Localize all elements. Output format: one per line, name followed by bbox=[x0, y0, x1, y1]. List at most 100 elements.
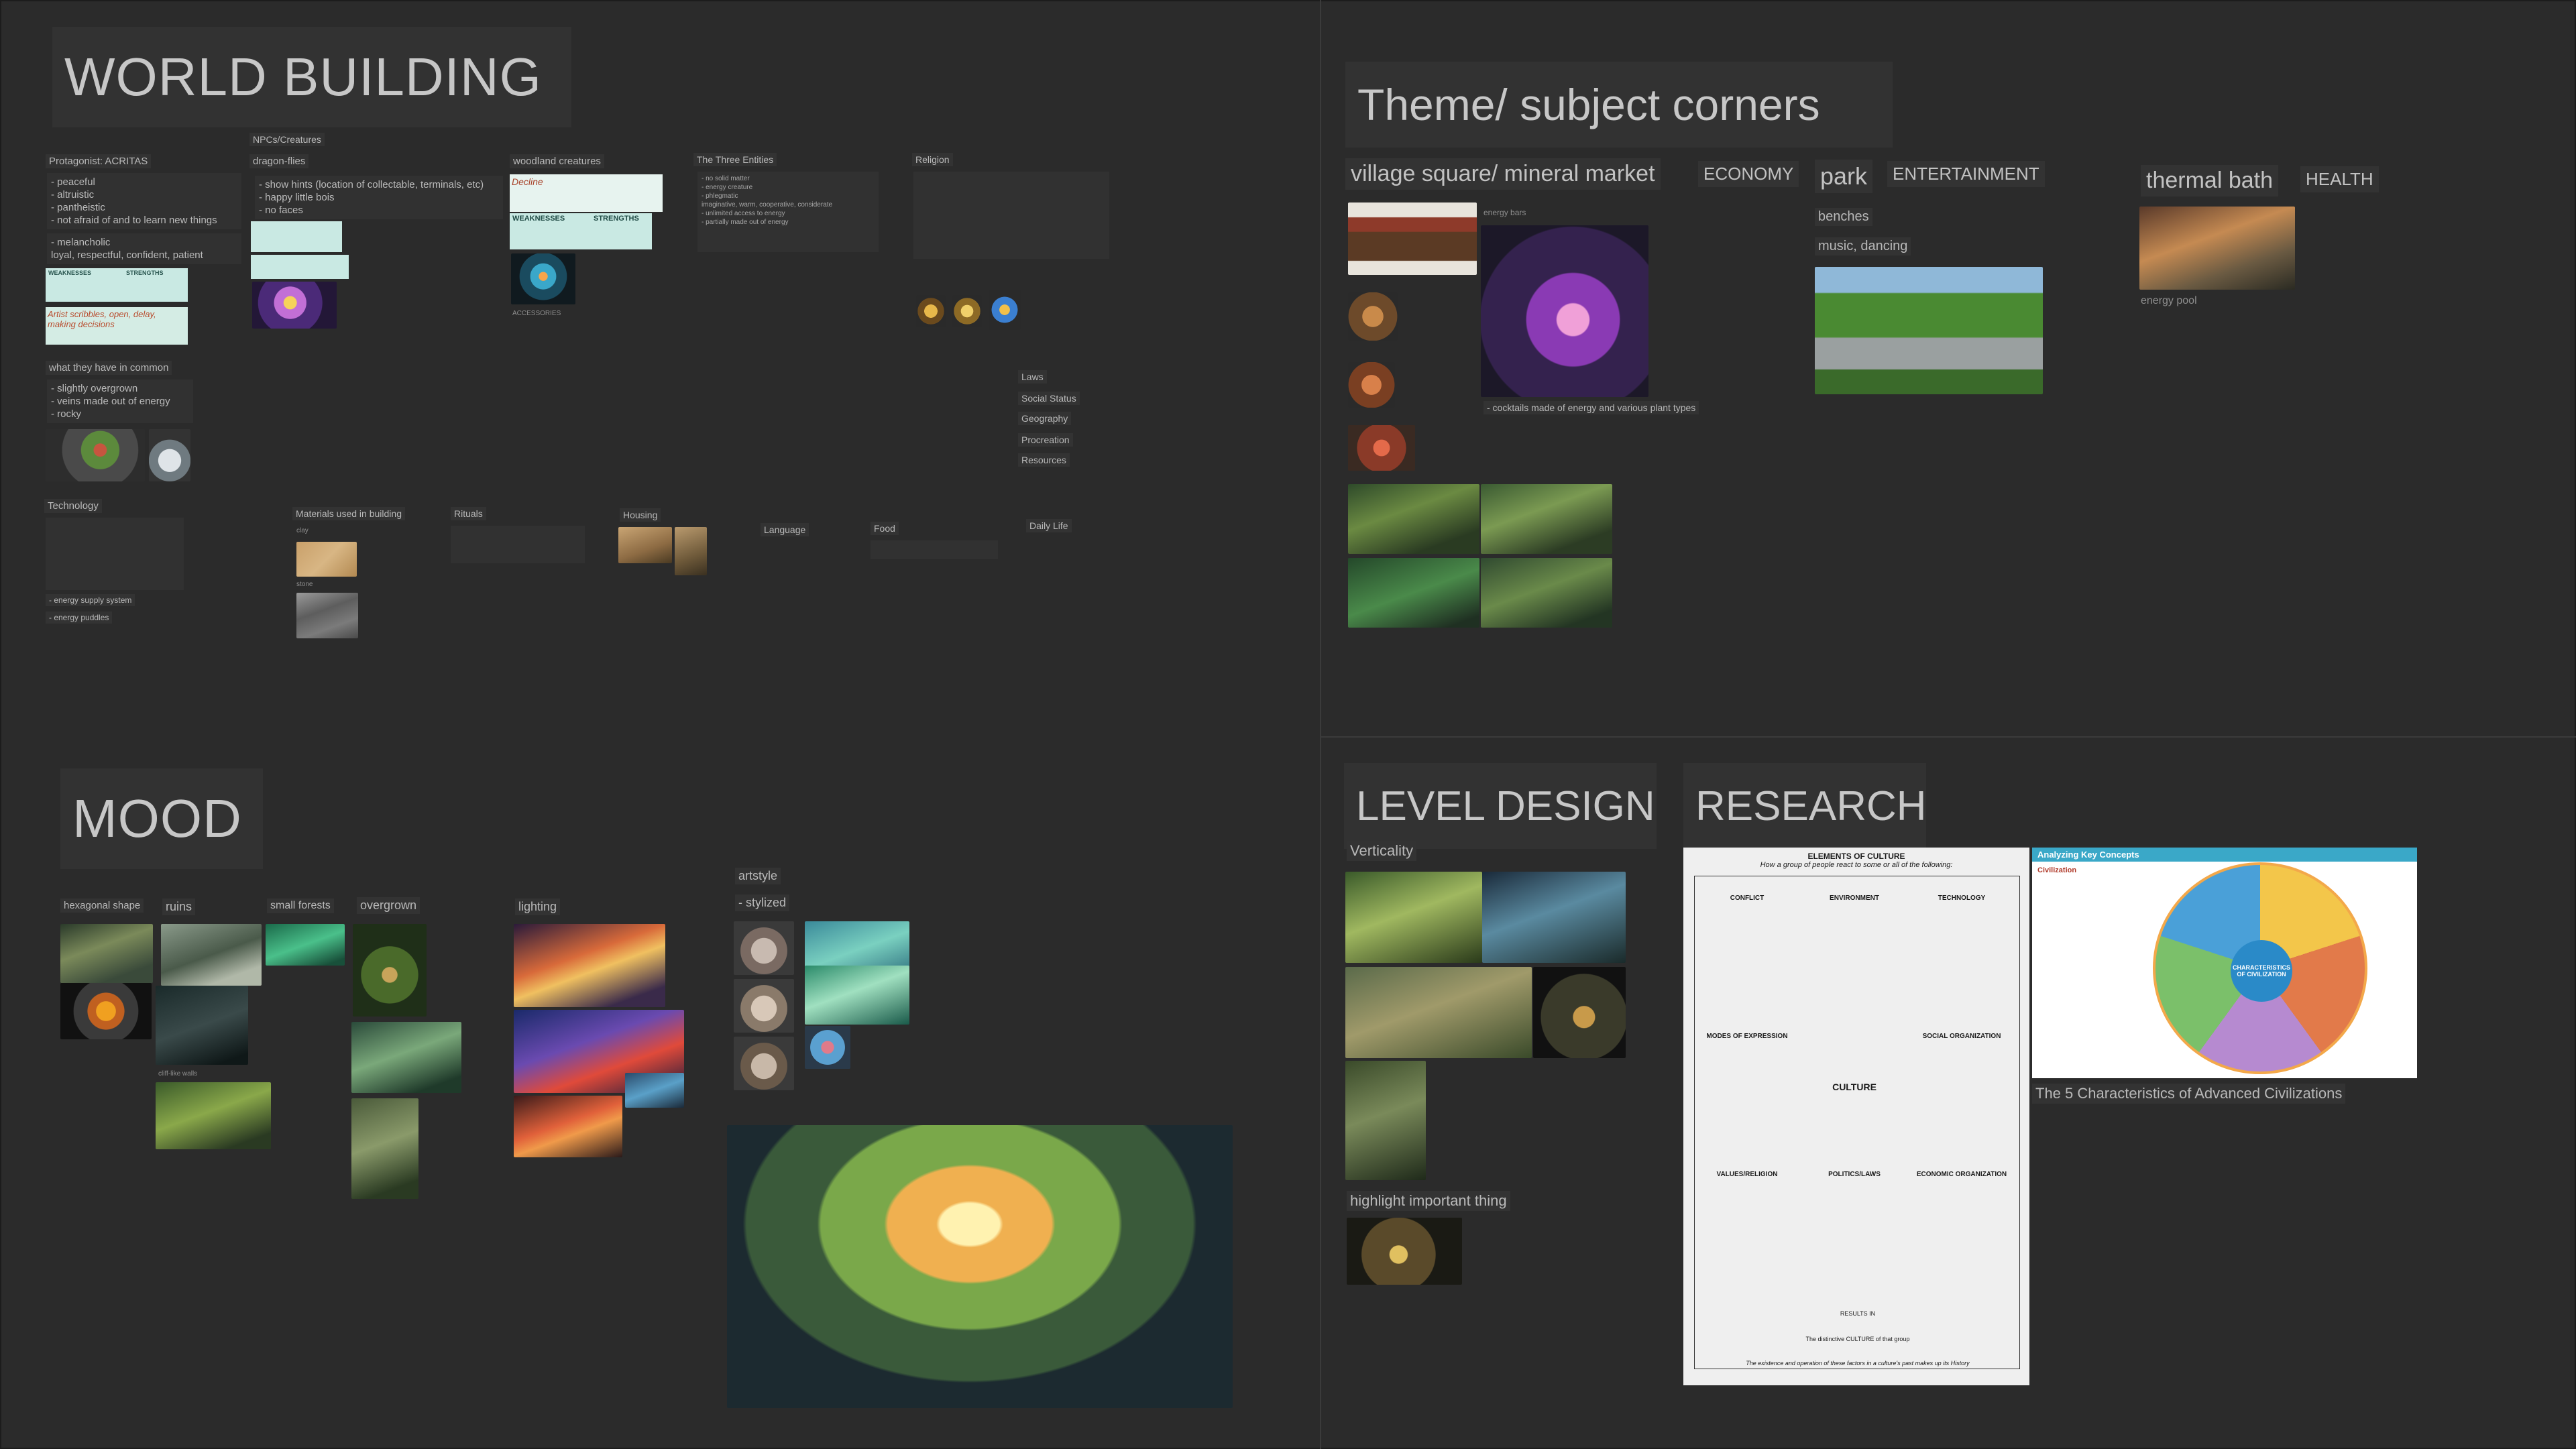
highlight-label[interactable]: highlight important thing bbox=[1347, 1191, 1510, 1211]
verticality-image-3[interactable] bbox=[1345, 967, 1532, 1058]
stylized-scene-2[interactable] bbox=[805, 966, 909, 1025]
ruins-label[interactable]: ruins bbox=[162, 899, 196, 915]
forest-image-2[interactable] bbox=[1481, 484, 1612, 554]
religion-notes[interactable] bbox=[913, 172, 1109, 259]
mood-title[interactable]: MOOD bbox=[60, 768, 263, 869]
woodland-card[interactable]: Decline bbox=[510, 174, 663, 212]
religion-emblem-1[interactable] bbox=[916, 295, 946, 327]
language-label[interactable]: Language bbox=[761, 523, 809, 536]
cocktails-label[interactable]: - cocktails made of energy and various p… bbox=[1483, 401, 1699, 414]
lighting-label[interactable]: lighting bbox=[515, 899, 561, 915]
woodland-creature-image[interactable] bbox=[511, 253, 575, 304]
artstyle-label[interactable]: artstyle bbox=[735, 868, 781, 884]
woodland-heading[interactable]: woodland creatures bbox=[510, 154, 604, 168]
world-building-title[interactable]: WORLD BUILDING bbox=[52, 27, 571, 127]
thermal-bath-label[interactable]: thermal bath bbox=[2141, 165, 2278, 196]
cliff-image[interactable] bbox=[156, 1082, 271, 1149]
npcs-traits[interactable]: - show hints (location of collectable, t… bbox=[255, 176, 503, 219]
stylized-label[interactable]: - stylized bbox=[735, 894, 790, 911]
theme-title[interactable]: Theme/ subject corners bbox=[1345, 62, 1893, 148]
level-design-title[interactable]: LEVEL DESIGN bbox=[1344, 763, 1657, 849]
religion-heading[interactable]: Religion bbox=[912, 153, 953, 166]
lighting-image-3[interactable] bbox=[514, 1096, 622, 1157]
topic-resources[interactable]: Resources bbox=[1018, 453, 1070, 467]
lighting-image-4[interactable] bbox=[625, 1073, 684, 1108]
stone-texture-image[interactable] bbox=[296, 593, 358, 638]
creature-image-2[interactable] bbox=[149, 429, 190, 481]
common-notes[interactable]: - slightly overgrown - veins made out of… bbox=[47, 380, 193, 423]
lighting-image-1[interactable] bbox=[514, 924, 665, 1007]
market-image-3[interactable] bbox=[1348, 362, 1395, 408]
economy-label[interactable]: ECONOMY bbox=[1698, 161, 1799, 187]
religion-emblem-3[interactable] bbox=[989, 290, 1021, 330]
topic-procreation[interactable]: Procreation bbox=[1018, 433, 1073, 447]
hexagonal-image-2[interactable] bbox=[60, 983, 152, 1039]
health-label[interactable]: HEALTH bbox=[2300, 166, 2379, 192]
village-square-label[interactable]: village square/ mineral market bbox=[1345, 158, 1661, 190]
housing-label[interactable]: Housing bbox=[620, 508, 661, 522]
dragonflies-label[interactable]: dragon-flies bbox=[249, 154, 309, 168]
energy-bar-image[interactable] bbox=[1481, 225, 1648, 397]
hexagonal-image-1[interactable] bbox=[60, 924, 153, 983]
overgrown-label[interactable]: overgrown bbox=[357, 897, 421, 914]
verticality-image-1[interactable] bbox=[1345, 872, 1482, 963]
stylized-rock-1[interactable] bbox=[734, 921, 794, 975]
forest-image-1[interactable] bbox=[1348, 484, 1479, 554]
hexagonal-label[interactable]: hexagonal shape bbox=[60, 899, 144, 913]
key-concepts-document[interactable]: Analyzing Key Concepts Civilization CHAR… bbox=[2032, 848, 2417, 1078]
technology-item[interactable]: - energy puddles bbox=[46, 612, 113, 624]
technology-heading[interactable]: Technology bbox=[44, 499, 102, 513]
dragonfly-card[interactable] bbox=[251, 221, 342, 252]
advanced-civilizations-caption[interactable]: The 5 Characteristics of Advanced Civili… bbox=[2032, 1084, 2346, 1104]
food-label[interactable]: Food bbox=[871, 522, 899, 535]
forest-image-4[interactable] bbox=[1481, 558, 1612, 628]
rituals-notes[interactable] bbox=[451, 526, 585, 563]
verticality-image-2[interactable] bbox=[1482, 872, 1626, 963]
artist-card[interactable]: Artist scribbles, open, delay, making de… bbox=[46, 307, 188, 345]
daily-life-label[interactable]: Daily Life bbox=[1026, 519, 1072, 532]
housing-image-2[interactable] bbox=[675, 527, 707, 575]
entertainment-label[interactable]: ENTERTAINMENT bbox=[1887, 161, 2045, 187]
topic-geography[interactable]: Geography bbox=[1018, 412, 1072, 425]
npcs-heading[interactable]: NPCs/Creatures bbox=[249, 133, 325, 146]
technology-notes[interactable] bbox=[46, 518, 184, 590]
forest-image-3[interactable] bbox=[1348, 558, 1479, 628]
protagonist-traits-2[interactable]: - melancholic loyal, respectful, confide… bbox=[47, 233, 241, 264]
small-forest-image[interactable] bbox=[266, 924, 345, 966]
housing-image-1[interactable] bbox=[618, 527, 672, 563]
topic-laws[interactable]: Laws bbox=[1018, 370, 1047, 384]
stylized-rock-2[interactable] bbox=[734, 979, 794, 1033]
overgrown-image-3[interactable] bbox=[351, 1098, 418, 1199]
stylized-orb[interactable] bbox=[805, 1026, 850, 1069]
protagonist-strengths-card[interactable]: WEAKNESSES STRENGTHS bbox=[46, 268, 188, 302]
market-image-4[interactable] bbox=[1348, 425, 1415, 471]
research-title[interactable]: RESEARCH bbox=[1683, 763, 1927, 849]
overgrown-image-2[interactable] bbox=[351, 1022, 461, 1093]
stylized-cave-painting[interactable] bbox=[727, 1125, 1233, 1408]
materials-heading[interactable]: Materials used in building bbox=[292, 507, 405, 520]
highlight-image[interactable] bbox=[1347, 1218, 1462, 1285]
market-stall-image[interactable] bbox=[1348, 202, 1477, 275]
ruins-image-1[interactable] bbox=[161, 924, 262, 986]
common-heading[interactable]: what they have in common bbox=[46, 361, 172, 375]
dragonfly-card-2[interactable] bbox=[251, 255, 349, 279]
technology-item[interactable]: - energy supply system bbox=[46, 594, 135, 606]
three-entities-notes[interactable]: - no solid matter - energy creature - ph… bbox=[697, 172, 879, 252]
verticality-image-5[interactable] bbox=[1345, 1061, 1426, 1180]
ruins-image-2[interactable] bbox=[156, 986, 248, 1065]
music-label[interactable]: music, dancing bbox=[1815, 237, 1911, 255]
rituals-label[interactable]: Rituals bbox=[451, 507, 486, 520]
food-notes[interactable] bbox=[871, 540, 998, 559]
woodland-traits-card[interactable]: WEAKNESSES STRENGTHS bbox=[510, 213, 652, 249]
clay-texture-image[interactable] bbox=[296, 542, 357, 577]
park-image[interactable] bbox=[1815, 267, 2043, 394]
thermal-bath-image[interactable] bbox=[2139, 207, 2295, 290]
benches-label[interactable]: benches bbox=[1815, 208, 1872, 226]
religion-emblem-2[interactable] bbox=[952, 295, 982, 327]
market-image-2[interactable] bbox=[1348, 292, 1398, 341]
park-label[interactable]: park bbox=[1815, 160, 1873, 193]
elements-of-culture-document[interactable]: ELEMENTS OF CULTURE How a group of peopl… bbox=[1683, 848, 2029, 1385]
topic-social-status[interactable]: Social Status bbox=[1018, 392, 1080, 405]
overgrown-image-1[interactable] bbox=[353, 924, 427, 1017]
creature-image-1[interactable] bbox=[46, 429, 145, 481]
